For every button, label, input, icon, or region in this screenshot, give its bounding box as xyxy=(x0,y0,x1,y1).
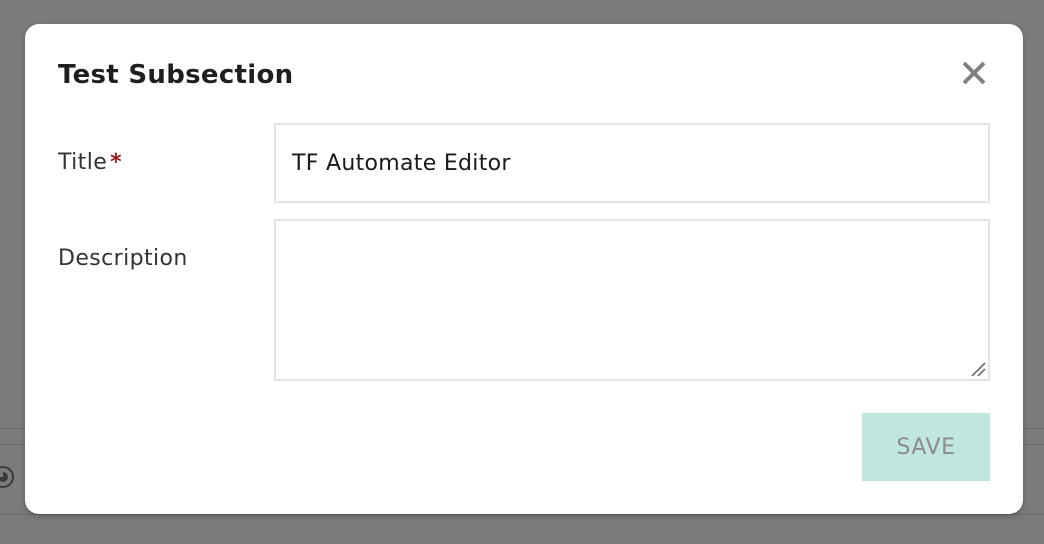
background-timer-icon xyxy=(0,466,14,488)
title-label-text: Title xyxy=(58,150,108,175)
description-label: Description xyxy=(58,246,188,271)
description-textarea[interactable] xyxy=(274,219,990,381)
title-label: Title * xyxy=(58,150,122,175)
subsection-dialog: Test Subsection Title* Description SAVE xyxy=(25,24,1023,514)
close-icon xyxy=(962,61,986,85)
dialog-title: Test Subsection xyxy=(58,60,294,90)
save-button[interactable]: SAVE xyxy=(862,413,990,481)
title-input[interactable] xyxy=(274,123,990,203)
resize-handle-icon[interactable] xyxy=(970,361,986,377)
required-indicator: * xyxy=(110,150,123,175)
background-divider xyxy=(0,514,1044,515)
close-button[interactable] xyxy=(954,53,994,93)
